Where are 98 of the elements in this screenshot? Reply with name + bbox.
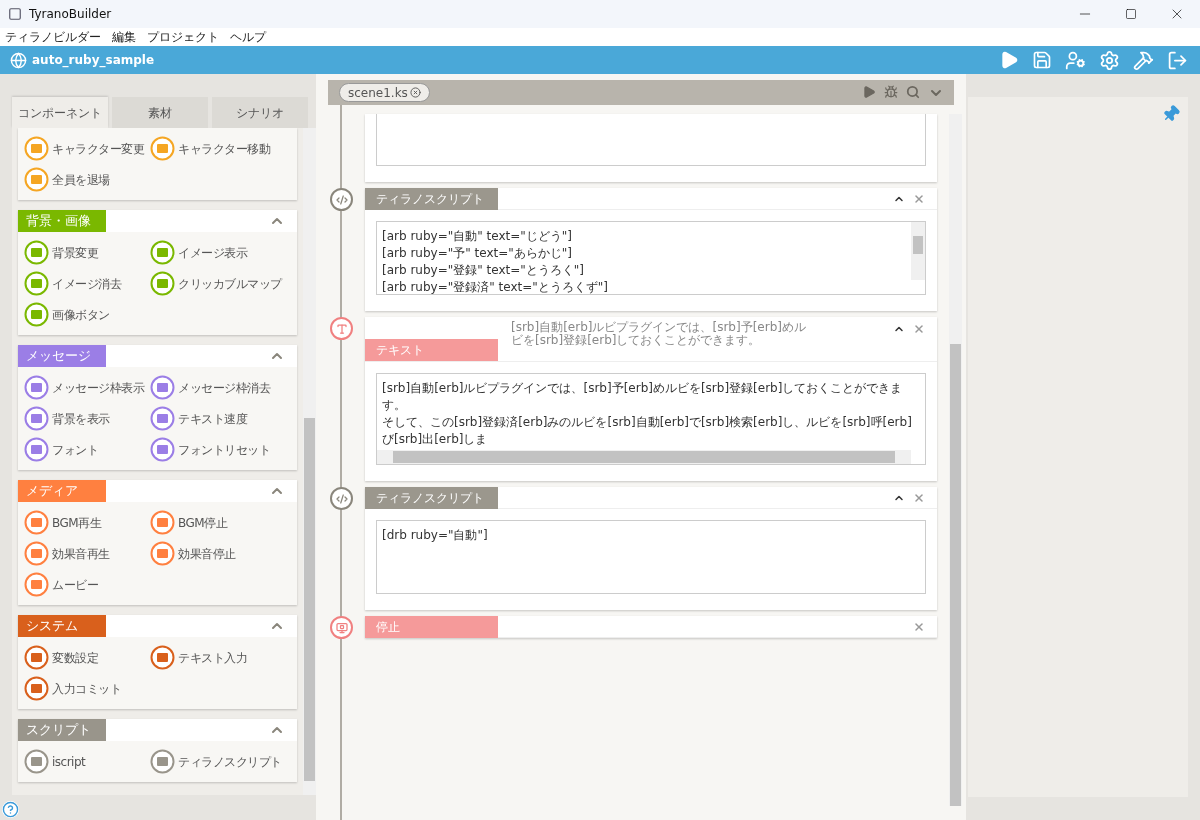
component-item[interactable]: テキスト入力 xyxy=(150,642,295,673)
round-icon xyxy=(150,645,175,670)
component-item[interactable]: iscript xyxy=(24,746,150,777)
component-item[interactable]: 効果音停止 xyxy=(150,538,295,569)
text-summary: [srb]自動[erb]ルビプラグインでは、[srb]予[erb]めルビを[srb]登録[erb]しておくことができます。 xyxy=(511,321,807,347)
component-item[interactable]: イメージ表示 xyxy=(150,237,295,268)
block-tag: ティラノスクリプト xyxy=(365,486,498,509)
play-icon[interactable] xyxy=(999,49,1019,70)
globe-icon xyxy=(10,51,27,69)
component-item[interactable]: イメージ消去 xyxy=(24,268,150,299)
code-icon xyxy=(330,188,353,211)
code-line: [drb ruby="自動"] xyxy=(382,527,488,544)
round-icon xyxy=(150,375,175,400)
component-item[interactable]: 背景を表示 xyxy=(24,403,150,434)
close-icon[interactable] xyxy=(409,87,421,98)
component-item[interactable]: キャラクター変更 xyxy=(24,133,150,164)
menu-item[interactable]: プロジェクト xyxy=(147,29,219,45)
component-item[interactable]: フォント xyxy=(24,434,150,465)
help-icon[interactable] xyxy=(2,801,19,818)
round-icon xyxy=(24,541,49,566)
round-icon xyxy=(150,749,175,774)
component-item[interactable]: メッセージ枠消去 xyxy=(150,372,295,403)
group-title: 背景・画像 xyxy=(18,210,106,232)
block-tag: 停止 xyxy=(365,615,498,638)
group-title: メディア xyxy=(18,480,106,502)
component-item[interactable]: BGM停止 xyxy=(150,507,295,538)
group-title: スクリプト xyxy=(18,719,106,741)
component-item[interactable]: 全員を退場 xyxy=(24,164,150,195)
script-textarea[interactable] xyxy=(376,114,926,166)
save-icon[interactable] xyxy=(1032,49,1052,70)
code-line: [arb ruby="自動" text="じどう"] xyxy=(382,228,573,245)
component-item[interactable]: BGM再生 xyxy=(24,507,150,538)
maximize-icon[interactable] xyxy=(1125,8,1137,20)
search-icon[interactable] xyxy=(906,84,920,99)
component-item[interactable]: テキスト速度 xyxy=(150,403,295,434)
component-item[interactable]: 変数設定 xyxy=(24,642,150,673)
code-line: [arb ruby="登録" text="とうろく"] xyxy=(382,262,585,279)
round-icon xyxy=(24,271,49,296)
horizontal-scrollbar[interactable] xyxy=(377,450,911,464)
round-icon xyxy=(24,406,49,431)
palette-tab[interactable]: コンポーネント xyxy=(12,97,108,128)
settings-icon[interactable] xyxy=(1099,49,1120,71)
menu-item[interactable]: 編集 xyxy=(112,29,136,45)
round-icon xyxy=(150,406,175,431)
code-line: そして、この[srb]登録済[erb]みのルビを[srb]自動[erb]で[srb]検索[erb]し、ルビを[srb]呼[erb]び[srb]出[erb]しま xyxy=(382,414,913,448)
round-icon xyxy=(24,572,49,597)
vertical-scrollbar[interactable] xyxy=(911,222,925,280)
round-icon xyxy=(24,676,49,701)
component-item[interactable]: 背景変更 xyxy=(24,237,150,268)
round-icon xyxy=(150,510,175,535)
component-item[interactable]: キャラクター移動 xyxy=(150,133,295,164)
monitor-icon xyxy=(330,616,353,639)
code-line: [arb ruby="予" text="あらかじ"] xyxy=(382,245,573,262)
menu-item[interactable]: ティラノビルダー xyxy=(5,29,101,45)
app-icon xyxy=(8,7,22,21)
code-icon xyxy=(330,487,353,510)
hammer-icon[interactable] xyxy=(1133,49,1154,71)
user-gear-icon[interactable] xyxy=(1065,49,1086,71)
round-icon xyxy=(24,437,49,462)
group-title: システム xyxy=(18,615,106,637)
text-field[interactable]: [srb]自動[erb]ルビプラグインでは、[srb]予[erb]めルビを[srb]登録[erb]しておくことができます。 そして、この[srb]登録済[erb]みのルビを[srb]自動[erb]で[srb]検索[erb]し、ルビを[srb]呼[erb]び[srb]出[erb]しま xyxy=(376,373,926,465)
vertical-scrollbar[interactable] xyxy=(949,114,962,806)
window-title: TyranoBuilder xyxy=(29,6,112,23)
group-title: メッセージ xyxy=(18,345,106,367)
component-item[interactable]: ムービー xyxy=(24,569,150,600)
component-item[interactable]: フォントリセット xyxy=(150,434,295,465)
code-line: [srb]自動[erb]ルビプラグインでは、[srb]予[erb]めルビを[srb]登録[erb]しておくことができます。 xyxy=(382,380,904,414)
component-item[interactable]: ティラノスクリプト xyxy=(150,746,295,777)
code-line: [arb ruby="登録済" text="とうろくず"] xyxy=(382,279,609,294)
vertical-scrollbar[interactable] xyxy=(303,128,316,795)
component-item[interactable]: 入力コミット xyxy=(24,673,150,704)
script-textarea[interactable]: [drb ruby="自動"] xyxy=(376,520,926,594)
round-icon xyxy=(150,271,175,296)
script-textarea[interactable]: [arb ruby="自動" text="じどう"] [arb ruby="予" text="あらかじ"] [arb ruby="登録" text="とうろく"] [arb ruby="登録済" text="とうろくず"] xyxy=(376,221,926,295)
project-name: auto_ruby_sample xyxy=(32,52,155,69)
round-icon xyxy=(24,510,49,535)
round-icon xyxy=(24,375,49,400)
round-icon xyxy=(24,645,49,670)
file-tab[interactable]: scene1.ks xyxy=(339,83,430,102)
menu-item[interactable]: ヘルプ xyxy=(230,29,266,45)
round-icon xyxy=(150,541,175,566)
round-icon xyxy=(24,302,49,327)
palette-tab[interactable]: 素材 xyxy=(112,97,208,128)
block-tag: テキスト xyxy=(365,339,498,361)
exit-icon[interactable] xyxy=(1167,49,1188,71)
letter-icon xyxy=(330,317,353,340)
block-tag: ティラノスクリプト xyxy=(365,187,498,210)
bug-icon[interactable] xyxy=(884,84,898,99)
component-item[interactable]: 効果音再生 xyxy=(24,538,150,569)
palette-tab[interactable]: シナリオ xyxy=(212,97,308,128)
round-icon xyxy=(24,749,49,774)
component-item[interactable]: クリッカブルマップ xyxy=(150,268,295,299)
round-icon xyxy=(150,437,175,462)
round-icon xyxy=(24,240,49,265)
component-item[interactable]: メッセージ枠表示 xyxy=(24,372,150,403)
component-item[interactable]: 画像ボタン xyxy=(24,299,150,330)
round-icon xyxy=(150,240,175,265)
play-icon[interactable] xyxy=(862,84,876,99)
